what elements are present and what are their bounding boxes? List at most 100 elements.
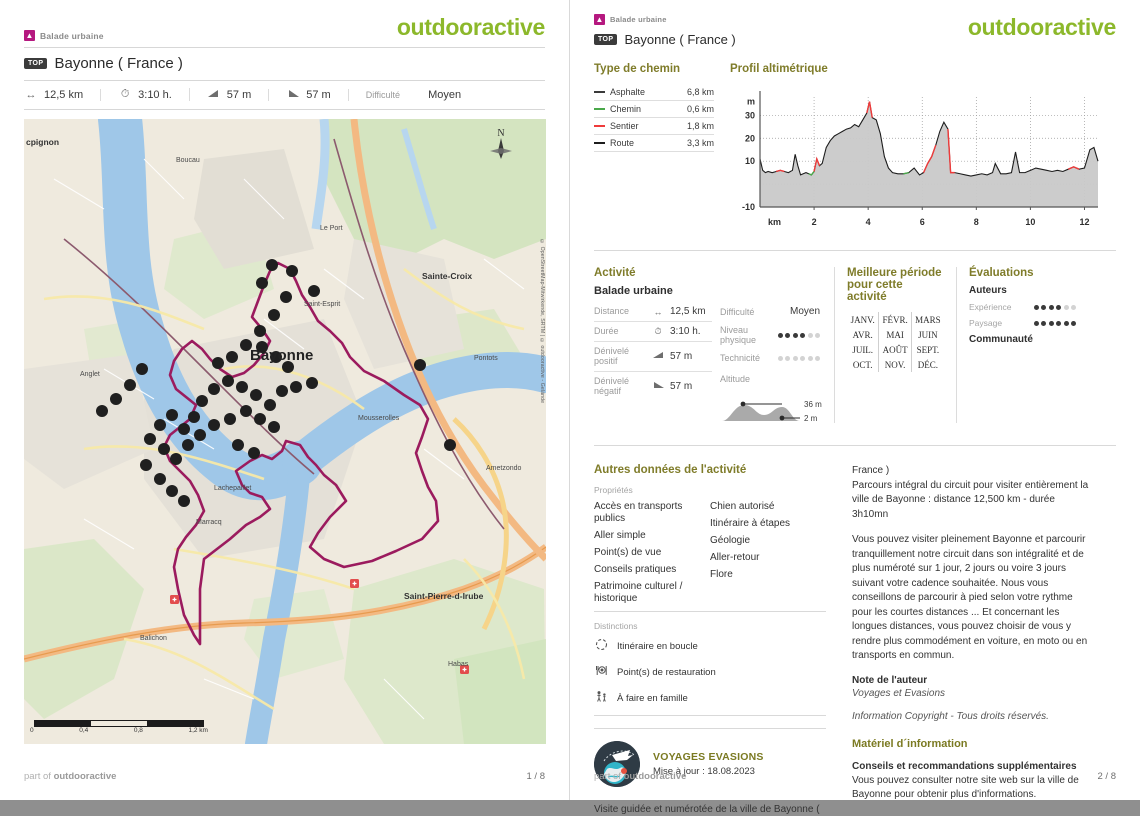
property-item: Point(s) de vue bbox=[594, 546, 662, 558]
dash-route-icon bbox=[594, 141, 605, 145]
distinction-loop: Itinéraire en boucle bbox=[594, 633, 826, 659]
niveau-dots bbox=[777, 332, 820, 338]
property-item: Flore bbox=[710, 568, 733, 580]
category-label: Balade urbaine bbox=[40, 30, 104, 41]
footer-partof-prefix: part of bbox=[24, 771, 51, 782]
distinction-family: À faire en famille bbox=[594, 685, 826, 711]
distinction-label: À faire en famille bbox=[617, 692, 688, 704]
svg-text:12: 12 bbox=[1079, 217, 1089, 227]
rating-dot bbox=[1041, 320, 1046, 326]
map-label-bayonne: Bayonne bbox=[250, 347, 314, 364]
map-label-5: Anglet bbox=[80, 371, 100, 378]
eval-key: Paysage bbox=[969, 318, 1003, 328]
right-header: ▲ Balade urbaine TOP Bayonne ( France ) … bbox=[570, 0, 1140, 47]
description-main: Vous pouvez visiter pleinement Bayonne e… bbox=[852, 534, 1088, 661]
svg-text:10: 10 bbox=[1025, 217, 1035, 227]
months-row: OCT. NOV. DÉC. bbox=[847, 357, 944, 372]
row-activity-period-eval: Activité Balade urbaine Distance ↔ 12,5 … bbox=[594, 267, 1116, 423]
path-type-row: Route 3,3 km bbox=[594, 135, 714, 152]
title-row: TOP Bayonne ( France ) bbox=[24, 55, 545, 72]
technicite-key: Technicité bbox=[720, 353, 761, 363]
activity-key: Distance bbox=[594, 306, 630, 317]
svg-text:10: 10 bbox=[745, 156, 755, 166]
activity-key: Durée bbox=[594, 326, 619, 337]
paysage-dots bbox=[1033, 320, 1076, 326]
svg-text:2 m: 2 m bbox=[804, 414, 818, 423]
path-type-label: Chemin bbox=[610, 104, 642, 114]
page-left: ▲ Balade urbaine outdooractive TOP Bayon… bbox=[0, 0, 570, 800]
map-label-9: Lachepaillet bbox=[214, 485, 252, 492]
dash-asphalte-icon bbox=[594, 90, 605, 94]
altitude-label: Altitude bbox=[720, 374, 751, 384]
other-data-title: Autres données de l'activité bbox=[594, 464, 747, 476]
page-number-right: 2 / 8 bbox=[1097, 771, 1117, 782]
evaluations-section: Évaluations Auteurs Expérience Paysage C… bbox=[956, 267, 1076, 423]
brand-logo: outdooractive bbox=[396, 14, 545, 40]
eval-row-experience: Expérience bbox=[969, 302, 1076, 312]
row-other-and-description: Autres données de l'activité Propriétés … bbox=[594, 464, 1116, 816]
experience-dots bbox=[1033, 304, 1076, 310]
svg-text:km: km bbox=[768, 217, 781, 227]
stat-distance: ↔ 12,5 km bbox=[24, 88, 102, 101]
svg-text:-10: -10 bbox=[742, 202, 755, 212]
map-label-12: Saint-Esprit bbox=[304, 301, 341, 308]
community-label: Communauté bbox=[969, 334, 1033, 345]
footer-partof-right: part of outdooractive bbox=[594, 771, 686, 782]
month-cell: JANV. bbox=[847, 312, 880, 327]
stat-duration-value: 3:10 h. bbox=[138, 88, 172, 101]
month-cell: MAI bbox=[879, 327, 912, 342]
activity-technicite: Technicité bbox=[720, 349, 820, 367]
svg-text:30: 30 bbox=[745, 110, 755, 120]
months-row: AVR. MAI JUIN bbox=[847, 327, 944, 342]
month-cell: JUIN bbox=[918, 329, 938, 340]
descent-icon bbox=[286, 89, 300, 101]
scale-tick-2: 0,8 bbox=[133, 727, 143, 734]
rating-dot bbox=[777, 332, 783, 338]
period-title-line2: pour cette activité bbox=[847, 279, 903, 303]
header-divider-1 bbox=[24, 47, 545, 48]
properties-grid: Accès en transports publics Aller simple P… bbox=[594, 498, 826, 612]
month-cell: NOV. bbox=[879, 357, 912, 372]
ascent-icon bbox=[207, 89, 221, 101]
page-title: Bayonne ( France ) bbox=[54, 55, 183, 72]
rating-dot bbox=[792, 355, 798, 361]
hiker-icon: ▲ bbox=[24, 30, 35, 41]
material-bold: Conseils et recommandations supplémentai… bbox=[852, 760, 1077, 772]
material-heading: Matériel d´information bbox=[852, 737, 968, 750]
months-row: JUIL. AOÛT SEPT. bbox=[847, 342, 944, 357]
niveau-key: Niveau physique bbox=[720, 325, 757, 345]
distinction-label: Itinéraire en boucle bbox=[617, 640, 698, 652]
map-canvas[interactable]: Bayonne cpignon Sainte-Croix Saint-Pierr… bbox=[24, 119, 546, 744]
rating-dot bbox=[1048, 304, 1054, 310]
activity-title: Activité bbox=[594, 267, 636, 279]
page-right: ▲ Balade urbaine TOP Bayonne ( France ) … bbox=[570, 0, 1140, 815]
map-label-place-2: Sainte-Croix bbox=[422, 271, 473, 281]
document-spread: ▲ Balade urbaine outdooractive TOP Bayon… bbox=[0, 0, 1140, 815]
activity-row-distance: Distance ↔ 12,5 km bbox=[594, 302, 712, 322]
map-label-11: Le Port bbox=[320, 225, 343, 232]
rating-dot bbox=[1063, 320, 1069, 326]
top-badge: TOP bbox=[24, 58, 48, 69]
properties-left-column: Accès en transports publics Aller simple P… bbox=[594, 498, 710, 607]
activity-value: 57 m bbox=[670, 350, 693, 362]
map-label-14: Ametzondo bbox=[486, 465, 522, 472]
footer-left: part of outdooractive 1 / 8 bbox=[24, 771, 545, 782]
left-header: ▲ Balade urbaine outdooractive bbox=[0, 0, 569, 41]
elevation-profile-title: Profil altimétrique bbox=[730, 63, 828, 75]
rating-dot bbox=[815, 332, 820, 338]
dash-sentier-icon bbox=[594, 124, 605, 128]
best-period-section: Meilleure période pour cette activité JA… bbox=[834, 267, 956, 423]
properties-label: Propriétés bbox=[594, 485, 633, 495]
month-cell: FÉVR. bbox=[879, 312, 912, 327]
property-item: Aller simple bbox=[594, 529, 646, 541]
stat-descent-value: 57 m bbox=[306, 88, 331, 101]
stat-duration: ⏱ 3:10 h. bbox=[118, 88, 190, 101]
copyright-text: Information Copyright - Tous droits rése… bbox=[852, 710, 1049, 722]
footer-partof-brand-right: outdooractive bbox=[623, 771, 687, 782]
rating-dot bbox=[1071, 304, 1076, 310]
rating-dot bbox=[800, 355, 805, 361]
rating-dot bbox=[815, 355, 820, 361]
distinction-restaurant: Point(s) de restauration bbox=[594, 659, 826, 685]
rating-dot bbox=[807, 355, 813, 361]
svg-text:m: m bbox=[747, 97, 755, 107]
